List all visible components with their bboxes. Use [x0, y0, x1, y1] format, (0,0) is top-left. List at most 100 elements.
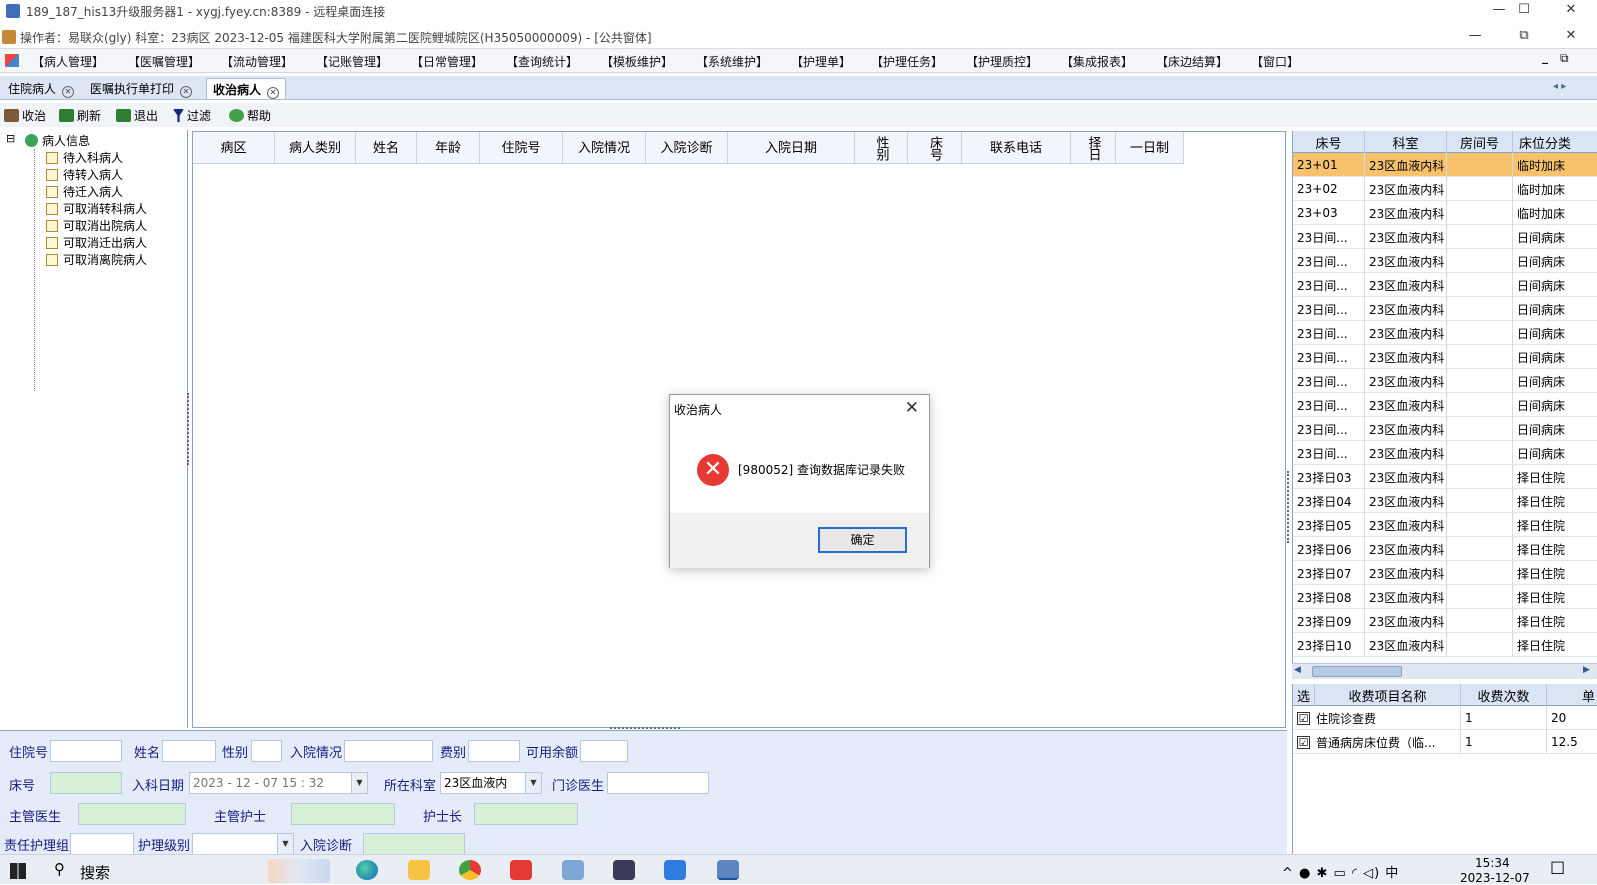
tree-splitter[interactable] — [187, 393, 191, 465]
video-player-icon[interactable] — [664, 860, 686, 880]
admission-status-field[interactable] — [344, 740, 433, 762]
search-icon[interactable]: ⚲ — [54, 860, 65, 878]
bed-row[interactable]: 23日间... 23区血液内科 日间病床 — [1293, 297, 1597, 321]
col-name[interactable]: 姓名 — [356, 132, 417, 164]
notification-center-icon[interactable]: ☐ — [1550, 859, 1565, 879]
col-fee-count[interactable]: 收费次数 — [1461, 684, 1547, 706]
taskbar-search-label[interactable]: 搜索 — [80, 862, 110, 883]
tab-close-icon[interactable]: ✕ — [267, 87, 280, 99]
admit-button[interactable]: 收治 — [4, 107, 46, 124]
tab-inpatients[interactable]: 住院病人 ✕ — [2, 78, 80, 99]
tree-item-cancel-leave[interactable]: 可取消离院病人 — [46, 251, 147, 268]
col-admission-status[interactable]: 入院情况 — [563, 132, 646, 164]
dropdown-arrow-icon[interactable]: ▼ — [525, 773, 541, 793]
menu-daily-mgmt[interactable]: 【日常管理】 — [411, 53, 483, 70]
app-minimize-button[interactable]: — — [1457, 26, 1493, 48]
col-scheduled[interactable]: 择日 — [1071, 132, 1116, 164]
nursing-group-field[interactable] — [70, 833, 134, 855]
col-room[interactable]: 房间号 — [1447, 131, 1513, 153]
menu-nursing-qc[interactable]: 【护理质控】 — [966, 53, 1038, 70]
col-bed-type[interactable]: 床位分类 — [1513, 131, 1597, 153]
col-bed-no[interactable]: 床号 — [908, 132, 962, 164]
menu-nursing-task[interactable]: 【护理任务】 — [871, 53, 943, 70]
grid-splitter[interactable] — [1287, 471, 1291, 543]
menu-window[interactable]: 【窗口】 — [1251, 53, 1299, 70]
bed-row[interactable]: 23择日06 23区血液内科 择日住院 — [1293, 537, 1597, 561]
bed-row[interactable]: 23择日03 23区血液内科 择日住院 — [1293, 465, 1597, 489]
app-restore-button[interactable]: ⧉ — [1506, 26, 1542, 48]
bed-row[interactable]: 23择日10 23区血液内科 择日住院 — [1293, 633, 1597, 657]
help-button[interactable]: 帮助 — [229, 107, 271, 124]
col-dept[interactable]: 科室 — [1365, 131, 1447, 153]
col-inpatient-no[interactable]: 住院号 — [480, 132, 563, 164]
filter-button[interactable]: 过滤 — [173, 107, 211, 124]
menu-patient-mgmt[interactable]: 【病人管理】 — [32, 53, 104, 70]
gender-field[interactable] — [251, 740, 282, 762]
admit-date-picker[interactable]: 2023 - 12 - 07 15 : 32 ▼ — [189, 772, 368, 794]
inpatient-no-field[interactable] — [50, 740, 122, 762]
col-fee-price[interactable]: 单 — [1547, 684, 1597, 706]
tab-close-icon[interactable]: ✕ — [180, 86, 193, 98]
fee-checkbox[interactable]: ☑ — [1297, 711, 1310, 725]
taskbar-date[interactable]: 2023-12-07 — [1460, 871, 1530, 885]
menu-query-stats[interactable]: 【查询统计】 — [506, 53, 578, 70]
bed-row[interactable]: 23择日05 23区血液内科 择日住院 — [1293, 513, 1597, 537]
tab-admit-patient[interactable]: 收治病人 ✕ — [206, 78, 287, 99]
system-tray-icons[interactable]: ^ ● ✱ ▭ ◜ ◁) 中 — [1282, 862, 1399, 881]
menu-system-maint[interactable]: 【系统维护】 — [696, 53, 768, 70]
col-phone[interactable]: 联系电话 — [962, 132, 1071, 164]
attending-nurse-field[interactable] — [291, 803, 395, 825]
windows-start-icon[interactable] — [10, 863, 26, 879]
app-close-button[interactable]: ✕ — [1553, 26, 1589, 48]
form-splitter[interactable] — [610, 727, 680, 731]
col-select[interactable]: 选 — [1293, 684, 1315, 706]
fee-checkbox[interactable]: ☑ — [1297, 735, 1310, 749]
ok-button[interactable]: 确定 — [818, 527, 907, 553]
taskbar-time[interactable]: 15:34 — [1475, 856, 1510, 870]
col-ward[interactable]: 病区 — [193, 132, 275, 164]
bed-row[interactable]: 23日间... 23区血液内科 日间病床 — [1293, 321, 1597, 345]
dropdown-arrow-icon[interactable]: ▼ — [351, 773, 367, 793]
col-patient-category[interactable]: 病人类别 — [275, 132, 356, 164]
name-field[interactable] — [162, 740, 216, 762]
tab-close-icon[interactable]: ✕ — [62, 86, 75, 98]
menu-bedside-settlement[interactable]: 【床边结算】 — [1156, 53, 1228, 70]
fee-type-field[interactable] — [468, 740, 520, 762]
tree-item-pending-admission[interactable]: 待入科病人 — [46, 149, 123, 166]
bed-row[interactable]: 23日间... 23区血液内科 日间病床 — [1293, 417, 1597, 441]
bed-row[interactable]: 23+01 23区血液内科 临时加床 — [1293, 153, 1597, 177]
dept-select[interactable]: 23区血液内 ▼ — [440, 772, 542, 794]
tree-item-cancel-move-out[interactable]: 可取消迁出病人 — [46, 234, 147, 251]
mdi-minimize-button[interactable]: _ — [1542, 50, 1548, 64]
notes-app-icon[interactable] — [562, 860, 584, 880]
tab-scroll-arrows[interactable]: ◂ ▸ — [1553, 81, 1566, 92]
menu-billing-mgmt[interactable]: 【记账管理】 — [316, 53, 388, 70]
rdp-maximize-button[interactable]: ☐ — [1506, 0, 1542, 22]
dropdown-arrow-icon[interactable]: ▼ — [277, 834, 293, 854]
bed-row[interactable]: 23+03 23区血液内科 临时加床 — [1293, 201, 1597, 225]
fee-row[interactable]: ☑ 普通病房床位费（临... 1 12.5 — [1293, 730, 1597, 754]
bed-row[interactable]: 23日间... 23区血液内科 日间病床 — [1293, 225, 1597, 249]
bed-grid-hscrollbar[interactable]: ◀ ▶ — [1292, 663, 1597, 679]
media-app-icon[interactable] — [613, 860, 635, 880]
mdi-restore-button[interactable]: ⧉ — [1560, 51, 1569, 66]
tree-item-pending-transfer-in[interactable]: 待转入病人 — [46, 166, 123, 183]
remote-desktop-icon[interactable] — [717, 860, 739, 880]
col-bed[interactable]: 床号 — [1293, 131, 1365, 153]
scroll-left-icon[interactable]: ◀ — [1294, 665, 1301, 675]
tree-root-node[interactable]: 病人信息 — [25, 132, 90, 149]
edge-browser-icon[interactable] — [356, 860, 378, 880]
col-one-day[interactable]: 一日制 — [1116, 132, 1184, 164]
scroll-right-icon[interactable]: ▶ — [1583, 665, 1590, 675]
menu-template-maint[interactable]: 【模板维护】 — [601, 53, 673, 70]
file-explorer-icon[interactable] — [408, 860, 430, 880]
attending-doctor-field[interactable] — [78, 803, 186, 825]
bed-row[interactable]: 23日间... 23区血液内科 日间病床 — [1293, 441, 1597, 465]
bed-row[interactable]: 23日间... 23区血液内科 日间病床 — [1293, 393, 1597, 417]
tree-expander-icon[interactable]: ⊟ — [6, 132, 15, 145]
col-admission-diagnosis[interactable]: 入院诊断 — [646, 132, 728, 164]
tree-item-cancel-discharge[interactable]: 可取消出院病人 — [46, 217, 147, 234]
bed-row[interactable]: 23日间... 23区血液内科 日间病床 — [1293, 369, 1597, 393]
menu-integrated-reports[interactable]: 【集成报表】 — [1061, 53, 1133, 70]
bed-row[interactable]: 23日间... 23区血液内科 日间病床 — [1293, 249, 1597, 273]
